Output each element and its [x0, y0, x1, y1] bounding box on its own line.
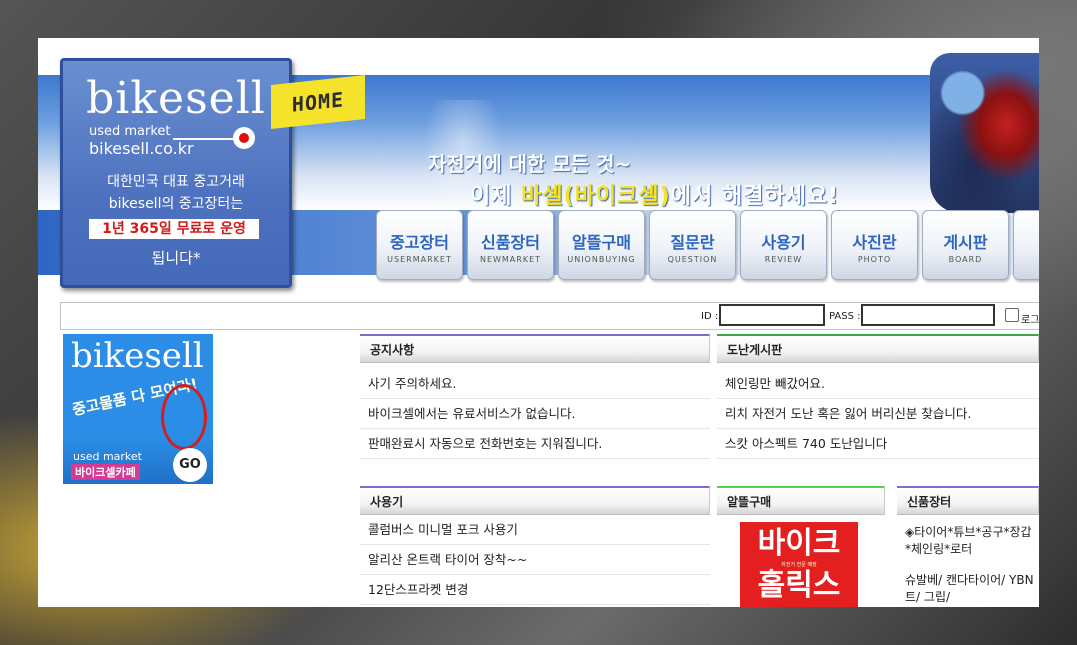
list-item[interactable]: 사기 주의하세요. [360, 369, 710, 399]
logo-divider [173, 138, 235, 140]
bikeholics-promo-banner[interactable]: 바이크 자전거 전문 매장 홀릭스 [740, 522, 858, 607]
unionbuying-board: 알뜰구매 [717, 486, 885, 514]
unionbuying-board-title[interactable]: 알뜰구매 [717, 486, 885, 514]
list-item[interactable]: 바이크셀에서는 유료서비스가 없습니다. [360, 399, 710, 429]
list-item[interactable]: 리치 자전거 도난 혹은 잃어 버리신분 찾습니다. [717, 399, 1039, 429]
list-item[interactable]: 콜럼버스 미니멀 포크 사용기 [360, 515, 710, 545]
id-input[interactable] [719, 304, 825, 326]
notice-board-title[interactable]: 공지사항 [360, 334, 710, 362]
list-item[interactable]: 체인링만 빼갔어요. [717, 369, 1039, 399]
promo-line-2: 홀릭스 [757, 568, 841, 603]
slogan-line-2: 이제 바셀(바이크셀)에서 해결하세요! [470, 184, 840, 209]
list-item[interactable]: 12단스프라켓 변경 [360, 575, 710, 605]
slogan-line-1: 자전거에 대한 모든 것~ [428, 152, 632, 176]
logo-domain: bikesell.co.kr [89, 139, 194, 158]
list-item[interactable]: 스캇 아스펙트 740 도난입니다 [717, 429, 1039, 459]
logo-tagline-2: bikesell의 중고장터는 [108, 196, 244, 212]
list-item[interactable]: 판매완료시 자동으로 전화번호는 지워집니다. [360, 429, 710, 459]
ad-used-market: used market [73, 450, 142, 463]
id-label: ID : [701, 311, 719, 322]
notice-board: 공지사항 사기 주의하세요. 바이크셀에서는 유료서비스가 없습니다. 판매완료… [360, 334, 710, 459]
promo-line-1: 바이크 [757, 526, 841, 561]
nav-question[interactable]: 질문란 QUESTION [649, 210, 736, 280]
list-item[interactable]: 슈발베/ 캔다타이어/ YBN 트/ 그립/ [897, 572, 1039, 606]
theft-board-title[interactable]: 도난게시판 [717, 334, 1039, 362]
pass-label: PASS : [829, 311, 861, 322]
logo-tagline-3: 됩니다* [151, 249, 201, 267]
nav-unionbuying[interactable]: 알뜰구매 UNIONBUYING [558, 210, 645, 280]
keep-login-checkbox[interactable] [1005, 308, 1019, 322]
review-board: 사용기 콜럼버스 미니멀 포크 사용기 알리산 온트랙 타이어 장착~~ 12단… [360, 486, 710, 605]
login-bar: ID : PASS : 로그 [60, 302, 1039, 330]
main-nav: 중고장터 USERMARKET 신품장터 NEWMARKET 알뜰구매 UNIONBUYI… [376, 210, 1039, 282]
ad-wordmark: bikesell [71, 336, 204, 376]
list-item[interactable]: 알리산 온트랙 타이어 장착~~ [360, 545, 710, 575]
nav-newmarket[interactable]: 신품장터 NEWMARKET [467, 210, 554, 280]
ad-cafe-label: 바이크셀카페 [71, 464, 140, 480]
nav-photo[interactable]: 사진란 PHOTO [831, 210, 918, 280]
nav-club[interactable]: 소CL [1013, 210, 1039, 280]
racer-photo [930, 53, 1039, 213]
site-logo[interactable]: bikesell used market bikesell.co.kr 대한민국… [60, 58, 292, 288]
nav-board[interactable]: 게시판 BOARD [922, 210, 1009, 280]
go-button[interactable]: GO [173, 448, 207, 482]
browser-page: 자전거에 대한 모든 것~ 이제 바셀(바이크셀)에서 해결하세요! bikes… [38, 38, 1039, 607]
tricycle-icon [161, 384, 207, 450]
bikesell-cafe-banner[interactable]: bikesell 중고물품 다 모여라! used market 바이크셀카페 … [63, 334, 213, 484]
theft-board: 도난게시판 체인링만 빼갔어요. 리치 자전거 도난 혹은 잃어 버리신분 찾습… [717, 334, 1039, 459]
slogan-highlight: 바셀(바이크셀) [521, 184, 671, 209]
review-board-title[interactable]: 사용기 [360, 486, 710, 514]
newmarket-board: 신품장터 ◈타이어*튜브*공구*장갑 *체인링*로터 슈발베/ 캔다타이어/ Y… [897, 486, 1039, 606]
logo-wordmark: bikesell [86, 73, 266, 124]
password-input[interactable] [861, 304, 995, 326]
nav-usermarket[interactable]: 중고장터 USERMARKET [376, 210, 463, 280]
newmarket-board-title[interactable]: 신품장터 [897, 486, 1039, 514]
logo-subtitle: used market [89, 124, 171, 139]
logo-tagline-1: 대한민국 대표 중고거래 [107, 174, 245, 190]
list-item[interactable]: ◈타이어*튜브*공구*장갑 *체인링*로터 [897, 524, 1039, 558]
logo-free-badge: 1년 365일 무료로 운영 [89, 219, 259, 239]
red-dot-icon [233, 127, 255, 149]
nav-review[interactable]: 사용기 REVIEW [740, 210, 827, 280]
keep-login-label: 로그 [1021, 315, 1039, 326]
